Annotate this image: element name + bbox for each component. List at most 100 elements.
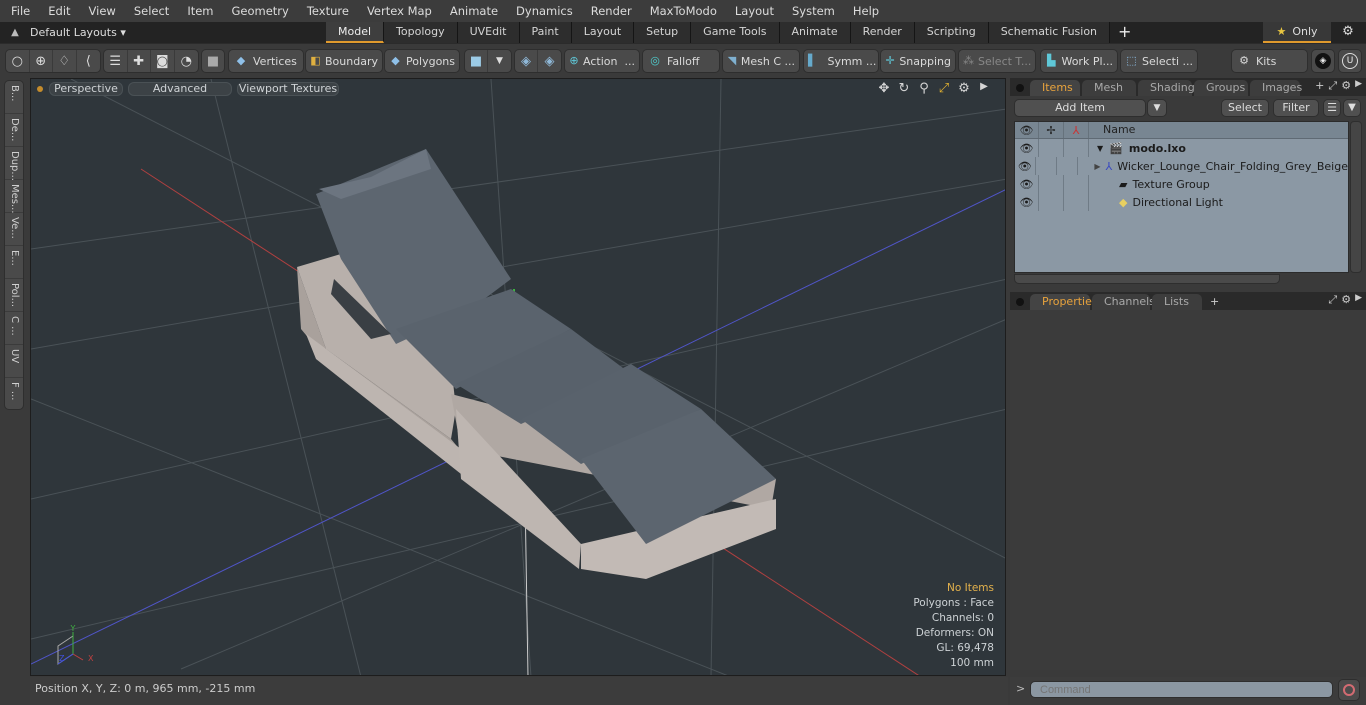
- selection-sets-button[interactable]: ⬚ Selecti ...: [1120, 49, 1198, 73]
- panel-arrow-icon[interactable]: ▶: [1355, 79, 1362, 93]
- gear-icon[interactable]: ⚙: [1338, 24, 1358, 42]
- lasso-icon[interactable]: ⟨: [77, 50, 100, 72]
- menu-system[interactable]: System: [783, 0, 844, 22]
- add-item-dropdown-icon[interactable]: ▼: [1147, 99, 1167, 117]
- tree-vertical-scrollbar[interactable]: [1350, 121, 1362, 273]
- tree-row[interactable]: 👁 ◆ Directional Light: [1015, 193, 1348, 211]
- mesh-constraint-button[interactable]: ◥ Mesh C ...: [722, 49, 800, 73]
- tree-row[interactable]: 👁 ▼ 🎬 modo.lxo: [1015, 139, 1348, 157]
- tab-layout[interactable]: Layout: [571, 22, 635, 43]
- viewport-indicator-icon[interactable]: [37, 86, 43, 92]
- tab-topology[interactable]: Topology: [384, 22, 458, 43]
- tab-shading[interactable]: Shading: [1138, 80, 1195, 96]
- rotate-view-icon[interactable]: ↻: [897, 81, 911, 96]
- tool-tab-curve[interactable]: C ...: [5, 312, 23, 345]
- tool-tab-deform[interactable]: De...: [5, 114, 23, 147]
- tab-game-tools[interactable]: Game Tools: [691, 22, 780, 43]
- tree-horizontal-scrollbar[interactable]: [1014, 274, 1280, 284]
- symmetry-button[interactable]: ▌ Symm ...: [803, 49, 879, 73]
- tab-uvedit[interactable]: UVEdit: [457, 22, 520, 43]
- add-tab-icon[interactable]: +: [1210, 295, 1219, 308]
- snapping-button[interactable]: ✛ Snapping: [880, 49, 956, 73]
- tab-mesh[interactable]: Mesh ...: [1082, 80, 1136, 110]
- add-item-button[interactable]: Add Item: [1014, 99, 1146, 117]
- panel-menu-icon[interactable]: [1016, 298, 1024, 306]
- vertices-button[interactable]: ◆ Vertices: [228, 49, 304, 73]
- menu-select[interactable]: Select: [125, 0, 178, 22]
- tool-tab-uv[interactable]: UV: [5, 345, 23, 378]
- unreal-button[interactable]: U: [1338, 49, 1362, 73]
- shading-button[interactable]: Advanced: [128, 82, 232, 96]
- menu-vertex-map[interactable]: Vertex Map: [358, 0, 441, 22]
- menu-layout[interactable]: Layout: [726, 0, 783, 22]
- move-view-icon[interactable]: ✥: [877, 81, 891, 96]
- tab-lists[interactable]: Lists: [1152, 294, 1202, 310]
- collapse-arrow-icon[interactable]: ▶: [1094, 162, 1100, 171]
- menu-maxtomodo[interactable]: MaxToModo: [641, 0, 726, 22]
- viewport-textures-button[interactable]: Viewport Textures: [237, 82, 339, 96]
- work-plane-button[interactable]: ▙ Work Pl...: [1040, 49, 1118, 73]
- panel-gear-icon[interactable]: ⚙: [1341, 293, 1351, 307]
- filter-button[interactable]: Filter: [1273, 99, 1319, 117]
- tab-items[interactable]: Items: [1030, 80, 1080, 96]
- material-dropdown[interactable]: ■ ▼: [464, 49, 512, 73]
- add-tab-button[interactable]: +: [1110, 22, 1139, 43]
- center-cube-icon[interactable]: ◈: [538, 50, 561, 72]
- menu-animate[interactable]: Animate: [441, 0, 507, 22]
- tab-setup[interactable]: Setup: [634, 22, 692, 43]
- boundary-button[interactable]: ◧ Boundary: [305, 49, 383, 73]
- expand-icon[interactable]: ⤢: [1328, 79, 1337, 93]
- menu-geometry[interactable]: Geometry: [223, 0, 298, 22]
- record-macro-button[interactable]: [1338, 679, 1360, 701]
- list-options-icon[interactable]: ☰: [1323, 99, 1341, 117]
- align-icon[interactable]: ☰: [104, 50, 128, 72]
- viewport-gear-icon[interactable]: ⚙: [957, 81, 971, 96]
- transform-cube-icon[interactable]: ◈: [515, 50, 539, 72]
- tab-scripting[interactable]: Scripting: [914, 22, 989, 43]
- tab-groups[interactable]: Groups: [1194, 80, 1248, 96]
- menu-item[interactable]: Item: [178, 0, 222, 22]
- tree-row[interactable]: 👁 ▶ ⅄ Wicker_Lounge_Chair_Folding_Grey_B…: [1015, 157, 1348, 175]
- globe-icon[interactable]: ⊕: [30, 50, 53, 72]
- tool-tab-vertex[interactable]: Ve...: [5, 213, 23, 246]
- panel-menu-icon[interactable]: [1016, 84, 1024, 92]
- menu-file[interactable]: File: [0, 0, 39, 22]
- tree-row[interactable]: 👁 ▰ Texture Group: [1015, 175, 1348, 193]
- visibility-eye-icon[interactable]: 👁: [1015, 193, 1039, 211]
- visibility-column-icon[interactable]: 👁: [1015, 122, 1039, 138]
- collapse-icon[interactable]: ▲: [0, 27, 30, 38]
- tool-tab-polygon[interactable]: Pol...: [5, 279, 23, 312]
- tab-schematic-fusion[interactable]: Schematic Fusion: [988, 22, 1111, 43]
- tab-images[interactable]: Images: [1250, 80, 1302, 96]
- visibility-eye-icon[interactable]: 👁: [1015, 157, 1036, 175]
- funnel-icon[interactable]: ▼: [1343, 99, 1361, 117]
- zoom-view-icon[interactable]: ⚲: [917, 81, 931, 96]
- maximize-view-icon[interactable]: ⤢: [937, 81, 951, 96]
- panel-arrow-icon[interactable]: ▶: [1355, 293, 1362, 307]
- kits-button[interactable]: ⚙ Kits: [1231, 49, 1308, 73]
- command-input[interactable]: [1030, 681, 1333, 698]
- falloff-button[interactable]: ◎ Falloff: [642, 49, 720, 73]
- chair-model[interactable]: [297, 149, 776, 579]
- lock-column-icon[interactable]: ✢: [1039, 122, 1064, 138]
- expand-icon[interactable]: ⤢: [1328, 293, 1337, 307]
- tab-animate[interactable]: Animate: [779, 22, 851, 43]
- menu-dynamics[interactable]: Dynamics: [507, 0, 582, 22]
- circle-select-icon[interactable]: ○: [6, 50, 30, 72]
- add-tab-icon[interactable]: +: [1315, 79, 1324, 93]
- panel-gear-icon[interactable]: ⚙: [1341, 79, 1351, 93]
- tab-render[interactable]: Render: [850, 22, 915, 43]
- visibility-eye-icon[interactable]: 👁: [1015, 175, 1039, 193]
- menu-render[interactable]: Render: [582, 0, 641, 22]
- name-column-header[interactable]: Name: [1089, 122, 1135, 138]
- tab-model[interactable]: Model: [326, 22, 385, 43]
- unity-button[interactable]: ◈: [1311, 49, 1335, 73]
- tab-channels[interactable]: Channels: [1092, 294, 1155, 310]
- dial-icon[interactable]: ◔: [175, 50, 198, 72]
- menu-help[interactable]: Help: [844, 0, 888, 22]
- item-mode-button[interactable]: ■: [201, 49, 225, 73]
- tool-tab-edge[interactable]: E...: [5, 246, 23, 279]
- 3d-viewport[interactable]: Y X Z Perspective Advanced Viewport Text…: [30, 78, 1006, 676]
- select-through-button[interactable]: ⁂ Select T...: [958, 49, 1036, 73]
- visibility-eye-icon[interactable]: 👁: [1015, 139, 1039, 157]
